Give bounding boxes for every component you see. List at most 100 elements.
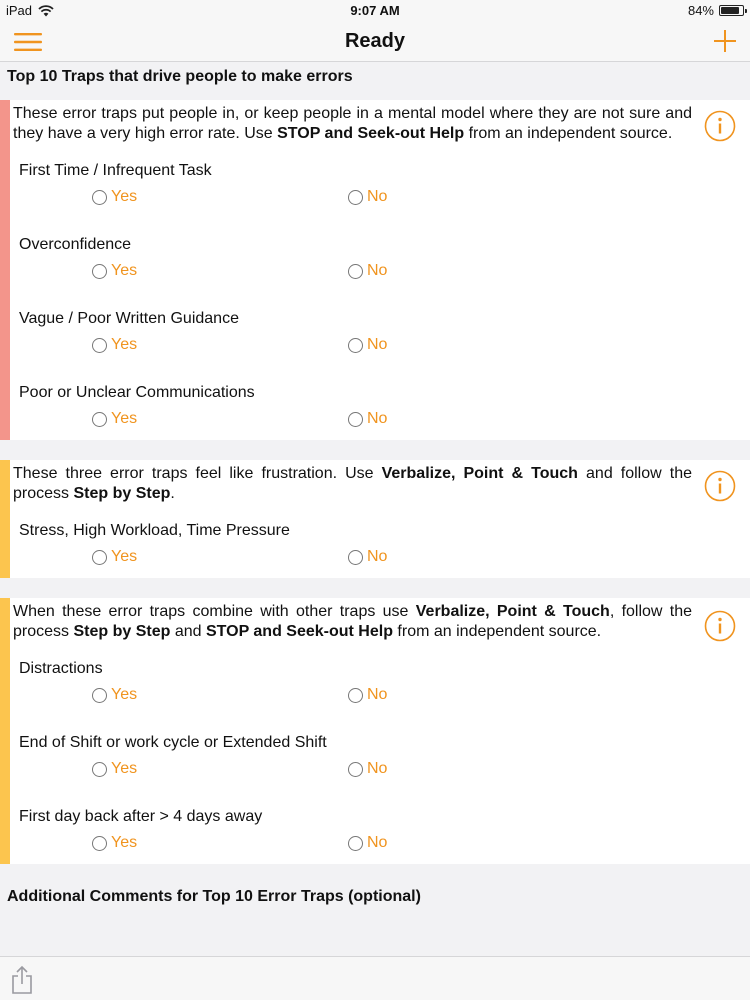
description-text: from an independent source. (392, 623, 602, 640)
description-emphasis: STOP and Seek-out Help (205, 623, 393, 640)
section-heading: Top 10 Traps that drive people to make e… (7, 68, 353, 85)
severity-bar (0, 460, 10, 578)
question-label: Overconfidence (19, 236, 132, 253)
answer-row: Yes No (12, 336, 750, 366)
radio-button[interactable] (348, 549, 363, 565)
group-description: These three error traps feel like frustr… (12, 460, 750, 504)
trap-groups: These error traps put people in, or keep… (0, 100, 750, 864)
answer-row: Yes No (12, 834, 750, 864)
radio-button[interactable] (92, 761, 107, 777)
yes-radio-option[interactable]: Yes (92, 548, 137, 566)
answer-row: Yes No (12, 760, 750, 790)
yes-radio-option[interactable]: Yes (92, 834, 137, 852)
yes-label: Yes (111, 188, 138, 205)
no-label: No (367, 834, 388, 851)
no-label: No (367, 188, 388, 205)
form-content[interactable]: Top 10 Traps that drive people to make e… (0, 62, 750, 938)
answer-row: Yes No (12, 686, 750, 716)
radio-button[interactable] (348, 761, 363, 777)
yes-radio-option[interactable]: Yes (92, 262, 137, 280)
group-description: These error traps put people in, or keep… (12, 100, 750, 144)
severity-bar (0, 100, 10, 440)
radio-button[interactable] (348, 687, 363, 703)
trap-group: When these error traps combine with othe… (0, 598, 750, 864)
description-emphasis: Verbalize, Point & Touch (381, 465, 578, 482)
description-emphasis: STOP and Seek-out Help (277, 125, 465, 142)
radio-button[interactable] (92, 263, 107, 279)
question-label: Poor or Unclear Communications (19, 384, 255, 401)
no-label: No (367, 686, 388, 703)
question-label: End of Shift or work cycle or Extended S… (19, 734, 327, 751)
battery-percent: 84% (687, 3, 714, 18)
question-label: Distractions (19, 660, 103, 677)
battery-icon (719, 5, 747, 16)
description-emphasis: Step by Step (73, 485, 171, 502)
question-label: First Time / Infrequent Task (19, 162, 212, 179)
description-text: These three error traps feel like frustr… (13, 465, 382, 482)
radio-button[interactable] (348, 263, 363, 279)
no-radio-option[interactable]: No (348, 262, 387, 280)
info-icon[interactable] (704, 470, 736, 502)
description-text: from an independent source. (464, 125, 673, 142)
no-radio-option[interactable]: No (348, 410, 387, 428)
add-button[interactable] (712, 28, 738, 54)
nav-bar: Ready (0, 22, 750, 62)
question-label: Stress, High Workload, Time Pressure (19, 522, 290, 539)
description-text: When these error traps combine with othe… (13, 603, 416, 620)
no-radio-option[interactable]: No (348, 336, 387, 354)
no-radio-option[interactable]: No (348, 188, 387, 206)
no-radio-option[interactable]: No (348, 760, 387, 778)
trap-group: These error traps put people in, or keep… (0, 100, 750, 440)
radio-button[interactable] (348, 835, 363, 851)
radio-button[interactable] (348, 411, 363, 427)
radio-button[interactable] (92, 411, 107, 427)
yes-label: Yes (111, 686, 138, 703)
severity-bar (0, 598, 10, 864)
yes-radio-option[interactable]: Yes (92, 760, 137, 778)
question-label: Vague / Poor Written Guidance (19, 310, 239, 327)
no-label: No (367, 548, 388, 565)
share-button[interactable] (10, 965, 34, 995)
no-label: No (367, 336, 388, 353)
yes-radio-option[interactable]: Yes (92, 188, 137, 206)
answer-row: Yes No (12, 188, 750, 218)
no-label: No (367, 262, 388, 279)
info-icon[interactable] (704, 610, 736, 642)
answer-row: Yes No (12, 262, 750, 292)
no-radio-option[interactable]: No (348, 834, 387, 852)
yes-label: Yes (111, 834, 138, 851)
yes-label: Yes (111, 548, 138, 565)
no-label: No (367, 760, 388, 777)
radio-button[interactable] (92, 549, 107, 565)
answer-row: Yes No (12, 548, 750, 578)
battery-fill (721, 7, 739, 14)
yes-radio-option[interactable]: Yes (92, 686, 137, 704)
status-bar: iPad 9:07 AM 84% (0, 0, 750, 22)
yes-label: Yes (111, 410, 138, 427)
group-description: When these error traps combine with othe… (12, 598, 750, 642)
radio-button[interactable] (92, 189, 107, 205)
comments-heading: Additional Comments for Top 10 Error Tra… (7, 888, 421, 905)
radio-button[interactable] (92, 337, 107, 353)
yes-radio-option[interactable]: Yes (92, 410, 137, 428)
clock: 9:07 AM (350, 3, 400, 18)
description-emphasis: Verbalize, Point & Touch (415, 603, 610, 620)
yes-radio-option[interactable]: Yes (92, 336, 137, 354)
radio-button[interactable] (348, 189, 363, 205)
radio-button[interactable] (92, 835, 107, 851)
radio-button[interactable] (92, 687, 107, 703)
description-text: . (170, 485, 175, 502)
question-label: First day back after > 4 days away (19, 808, 263, 825)
radio-button[interactable] (348, 337, 363, 353)
share-icon (12, 965, 32, 994)
answer-row: Yes No (12, 410, 750, 440)
yes-label: Yes (111, 336, 138, 353)
description-text: and (170, 623, 206, 640)
no-radio-option[interactable]: No (348, 686, 387, 704)
info-icon[interactable] (704, 110, 736, 142)
no-radio-option[interactable]: No (348, 548, 387, 566)
plus-icon (714, 30, 736, 52)
yes-label: Yes (111, 760, 138, 777)
nav-title: Ready (344, 30, 406, 52)
status-right: 84% (687, 3, 747, 18)
